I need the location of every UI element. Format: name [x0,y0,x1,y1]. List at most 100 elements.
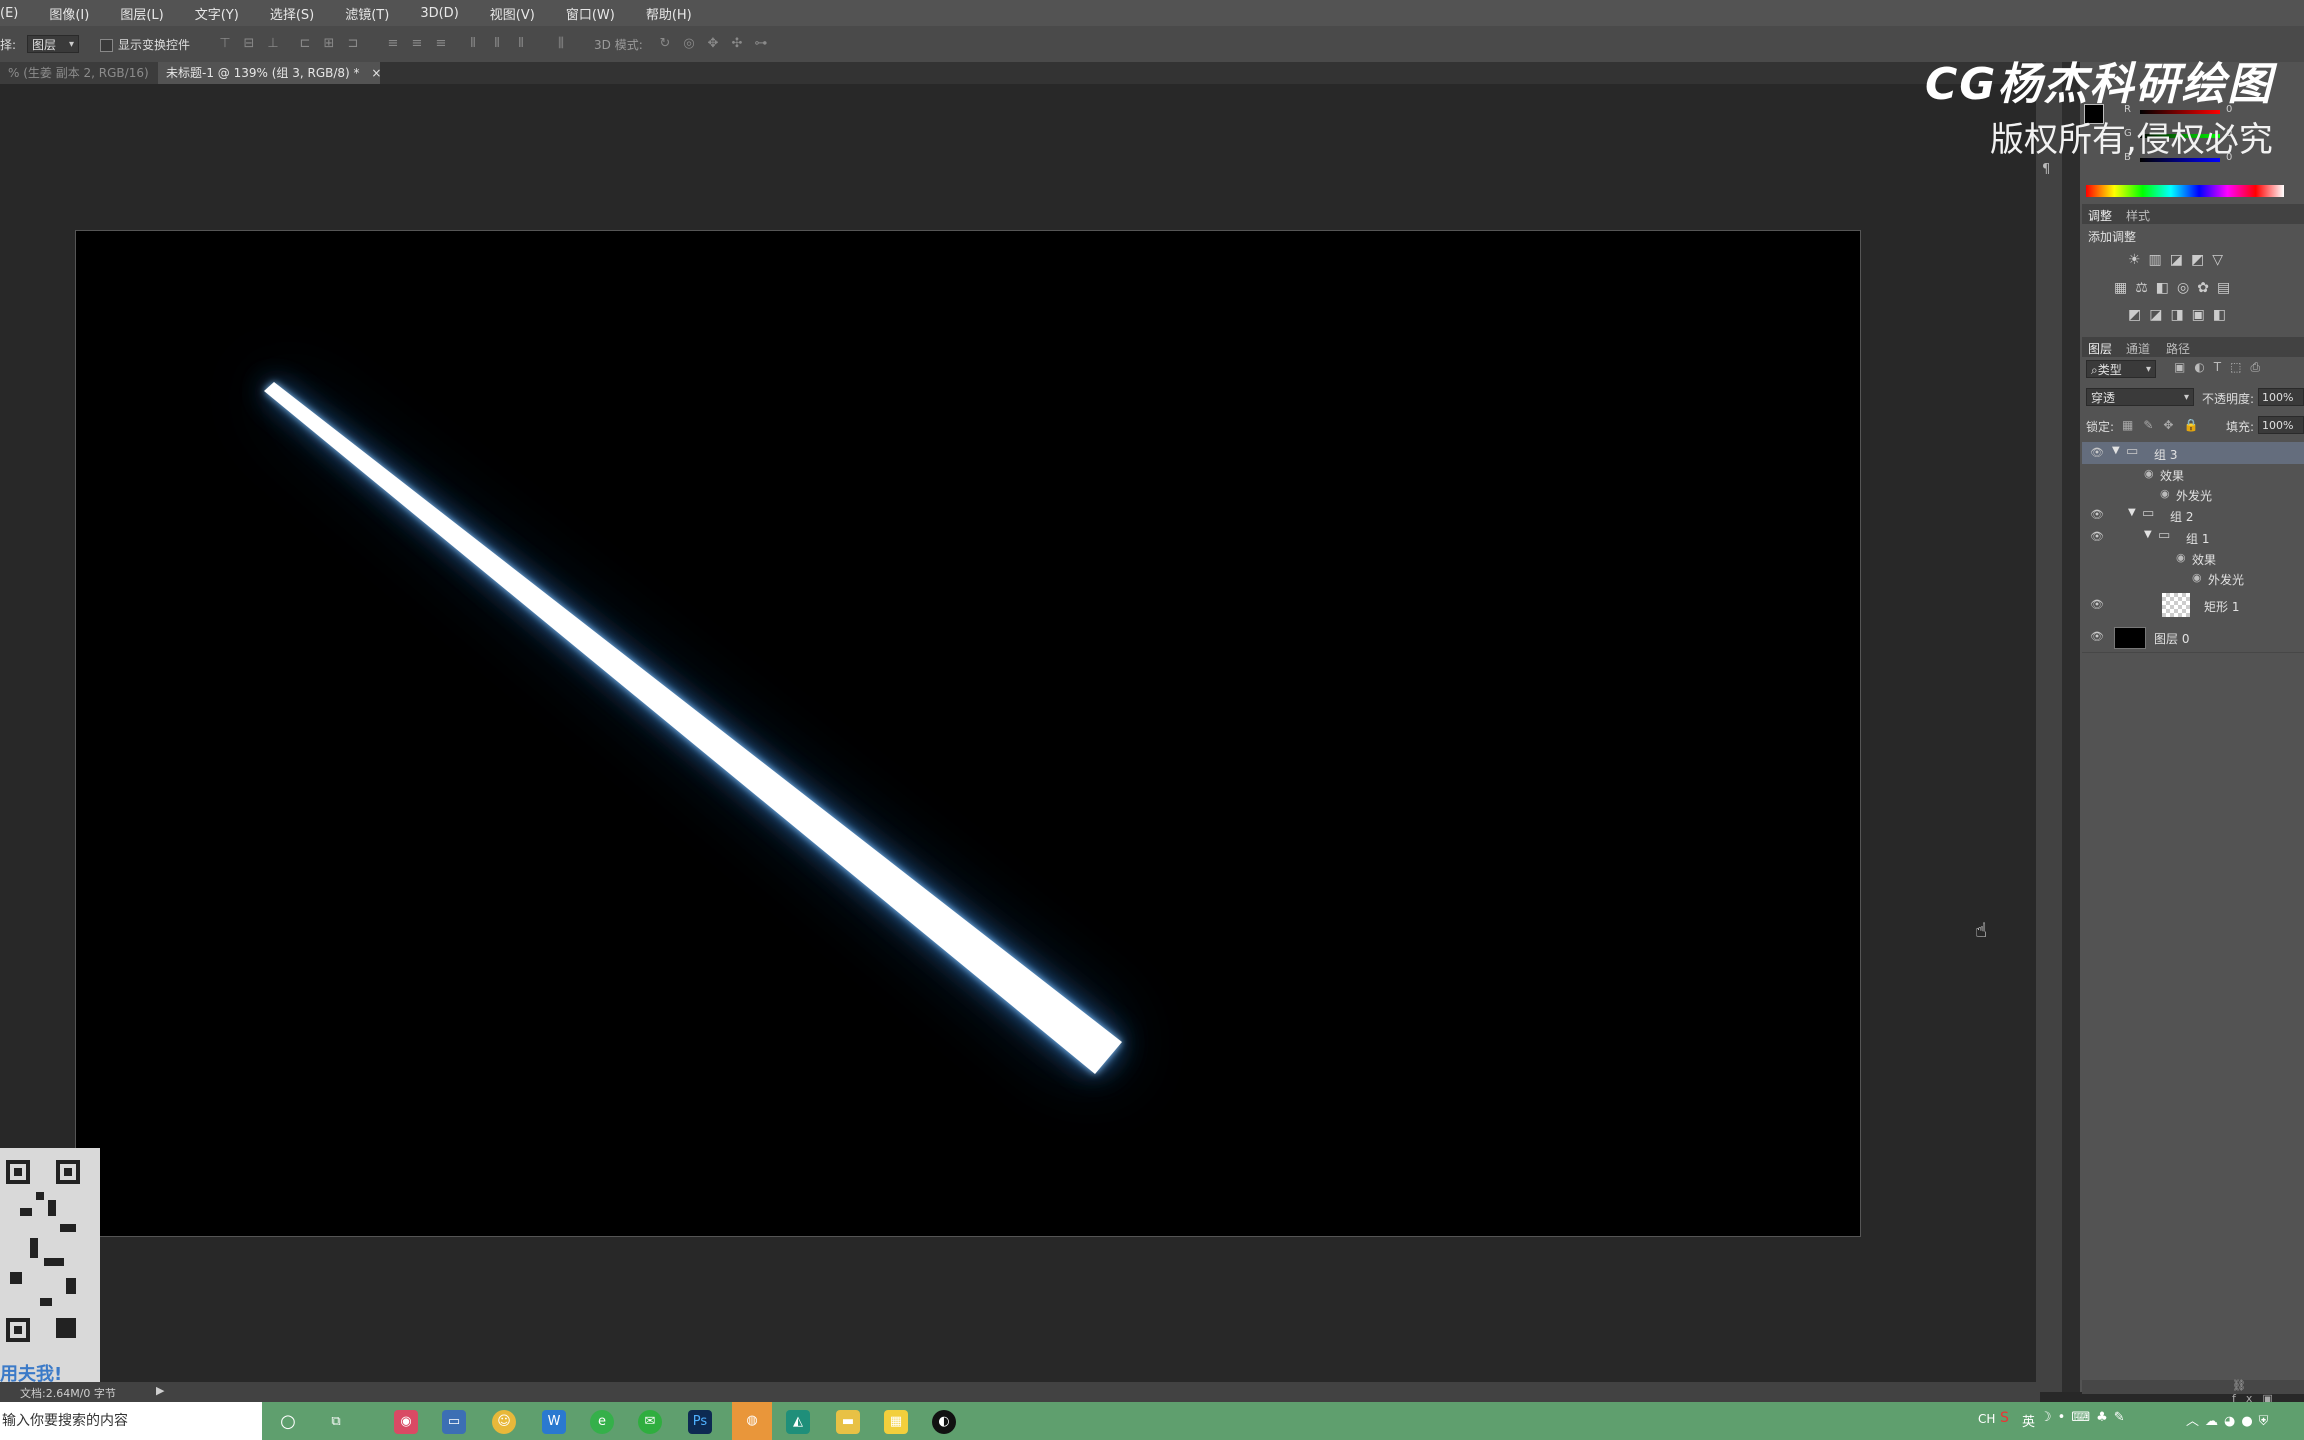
align-bottom-icon[interactable]: ⊥ [264,36,282,52]
layer-filter-icons[interactable]: ▣◐T⬚⎙ [2174,360,2269,375]
opacity-input[interactable]: 100% [2258,388,2304,406]
eye-icon[interactable]: 👁 [2090,446,2104,459]
app-word-icon[interactable]: W [542,1410,566,1434]
document-canvas[interactable] [75,230,1861,1237]
app-monitor-icon[interactable]: ▭ [442,1410,466,1434]
app-notes-icon[interactable]: ▦ [884,1410,908,1434]
app-ie-icon[interactable]: ◍ [732,1402,772,1440]
cortana-icon[interactable]: ○ [276,1410,300,1434]
effect-visibility-icon[interactable]: ◉ [2192,571,2202,584]
adjustment-icons-row-2[interactable]: ▦⚖◧◎✿▤ [2114,280,2238,296]
app-wechat-icon[interactable]: ✉ [638,1410,662,1434]
expand-arrow-icon[interactable]: ▼ [2112,445,2120,456]
layer-row-group-2[interactable]: 👁 ▼ ▭ 组 2 [2082,504,2304,527]
tab-document-1[interactable]: % (生姜 副本 2, RGB/16) × [0,62,171,84]
eye-icon[interactable]: 👁 [2090,508,2104,521]
menu-type[interactable]: 文字(Y) [177,4,252,23]
status-bar: 文档:2.64M/0 字节 ▶ [0,1382,2040,1402]
close-icon[interactable]: × [371,66,381,80]
distribute-top-icon[interactable]: ≡ [384,36,402,52]
auto-select-dropdown[interactable]: 图层 [27,35,79,54]
app-map-icon[interactable]: ◭ [786,1410,810,1434]
watermark-title: CG杨杰科研绘图 [1925,59,2274,110]
menu-3d[interactable]: 3D(D) [402,6,471,21]
tray-icons-right[interactable]: ︿☁◕●⛨ [2186,1410,2274,1429]
watermark-subtitle: 版权所有,侵权必究 [1990,120,2273,160]
tab-document-2[interactable]: 未标题-1 @ 139% (组 3, RGB/8) * × [158,62,381,84]
menu-filter[interactable]: 滤镜(T) [327,4,402,23]
distribute-right-icon[interactable]: ⫴ [512,36,530,52]
layer-row-layer-0[interactable]: 👁 图层 0 [2082,622,2304,653]
app-folder-icon[interactable]: ▬ [836,1410,860,1434]
taskbar-search-box[interactable]: 输入你要搜索的内容 [0,1402,262,1440]
align-vcenter-icon[interactable]: ⊟ [240,36,258,52]
expand-arrow-icon[interactable]: ▼ [2128,507,2136,518]
qr-code [6,1160,80,1342]
tray-ime[interactable]: 英 [2022,1411,2035,1430]
layer-row-effects[interactable]: ◉ 效果 [2082,464,2304,485]
eye-icon[interactable]: 👁 [2090,630,2104,643]
layer-name: 矩形 1 [2204,600,2240,614]
doc-info-text[interactable]: 文档:2.64M/0 字节 [20,1385,116,1401]
sogou-ime-icon[interactable]: S [2000,1410,2009,1426]
task-view-icon[interactable]: ⧉ [324,1410,348,1434]
tray-lang[interactable]: CH [1978,1412,1995,1426]
3d-roll-icon[interactable]: ◎ [680,36,698,52]
adjustment-icons-row-1[interactable]: ☀▥◪◩▽ [2128,252,2231,268]
tab-paths[interactable]: 路径 [2166,340,2190,357]
distribute-left-icon[interactable]: ⫴ [464,36,482,52]
layer-row-effects[interactable]: ◉ 效果 [2082,548,2304,569]
3d-pan-icon[interactable]: ✥ [704,36,722,52]
app-photoshop-icon[interactable]: Ps [688,1410,712,1434]
adjustment-icons-row-3[interactable]: ◩◪◨▣◧ [2128,307,2234,323]
menu-window[interactable]: 窗口(W) [548,4,628,23]
menu-image[interactable]: 图像(I) [31,4,102,23]
status-menu-arrow-icon[interactable]: ▶ [156,1384,164,1397]
3d-slide-icon[interactable]: ✣ [728,36,746,52]
tab-layers[interactable]: 图层 [2088,340,2112,357]
color-spectrum-ramp[interactable] [2086,185,2284,197]
auto-align-icon[interactable]: ⫼ [552,36,570,52]
app-camera-icon[interactable]: ◉ [394,1410,418,1434]
3d-scale-icon[interactable]: ⊶ [752,36,770,52]
effect-visibility-icon[interactable]: ◉ [2176,551,2186,564]
menu-layer[interactable]: 图层(L) [102,4,176,23]
expand-arrow-icon[interactable]: ▼ [2144,529,2152,540]
eye-icon[interactable]: 👁 [2090,530,2104,543]
align-top-icon[interactable]: ⊤ [216,36,234,52]
layer-row-outer-glow[interactable]: ◉ 外发光 [2082,568,2304,589]
paragraph-icon[interactable]: ¶ [2042,162,2050,177]
layer-name: 图层 0 [2154,632,2190,646]
app-browser-icon[interactable]: e [590,1410,614,1434]
app-obs-icon[interactable]: ◐ [932,1410,956,1434]
3d-rotate-icon[interactable]: ↻ [656,36,674,52]
fill-input[interactable]: 100% [2258,416,2304,434]
layer-row-rectangle-1[interactable]: 👁 矩形 1 [2082,588,2304,623]
distribute-hcenter-icon[interactable]: ⫴ [488,36,506,52]
layer-row-group-1[interactable]: 👁 ▼ ▭ 组 1 [2082,526,2304,549]
tab-adjustments[interactable]: 调整 [2088,207,2112,224]
tray-icons[interactable]: ☽•⌨♣✎ [2040,1410,2131,1425]
effect-visibility-icon[interactable]: ◉ [2144,467,2154,480]
fill-label: 填充: [2226,420,2255,434]
menu-edit[interactable]: (E) [0,6,31,21]
blend-mode-dropdown[interactable]: 穿透 [2086,388,2194,407]
align-left-icon[interactable]: ⊏ [296,36,314,52]
align-hcenter-icon[interactable]: ⊞ [320,36,338,52]
layer-row-group-3[interactable]: 👁 ▼ ▭ 组 3 [2082,442,2304,465]
app-qq-icon[interactable]: ☺ [492,1410,516,1434]
distribute-vcenter-icon[interactable]: ≡ [408,36,426,52]
layer-filter-dropdown[interactable]: ⌕类型 [2086,360,2156,379]
align-right-icon[interactable]: ⊐ [344,36,362,52]
menu-select[interactable]: 选择(S) [252,4,327,23]
distribute-bottom-icon[interactable]: ≡ [432,36,450,52]
menu-view[interactable]: 视图(V) [472,4,548,23]
menu-help[interactable]: 帮助(H) [628,4,705,23]
layer-row-outer-glow[interactable]: ◉ 外发光 [2082,484,2304,505]
tab-channels[interactable]: 通道 [2126,340,2150,357]
show-transform-checkbox[interactable] [100,39,113,52]
lock-icons[interactable]: ▦✎✥🔒 [2122,418,2208,432]
eye-icon[interactable]: 👁 [2090,598,2104,611]
tab-styles[interactable]: 样式 [2126,207,2150,224]
effect-visibility-icon[interactable]: ◉ [2160,487,2170,500]
